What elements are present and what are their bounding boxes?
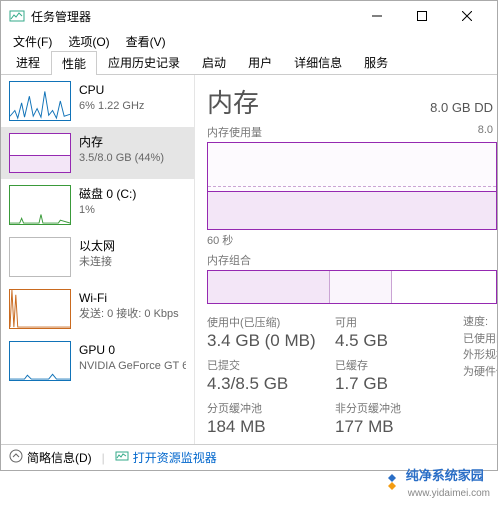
watermark-sub: www.yidaimei.com <box>408 488 490 499</box>
cpu-name: CPU <box>79 83 144 99</box>
tab-services[interactable]: 服务 <box>353 50 399 74</box>
nonpaged-header: 非分页缓冲池 <box>335 400 445 416</box>
main-area: CPU 6% 1.22 GHz 内存 3.5/8.0 GB (44%) 磁盘 0… <box>1 75 497 444</box>
cpu-sub: 6% 1.22 GHz <box>79 99 144 113</box>
chevron-up-icon <box>9 449 23 466</box>
detail-capacity: 8.0 GB DD <box>430 100 493 115</box>
sidebar-item-memory[interactable]: 内存 3.5/8.0 GB (44%) <box>1 127 194 179</box>
usage-max: 8.0 <box>478 124 493 140</box>
wifi-thumb <box>9 289 71 329</box>
avail-value: 4.5 GB <box>335 331 445 351</box>
task-manager-window: 任务管理器 文件(F) 选项(O) 查看(V) 进程 性能 应用历史记录 启动 … <box>0 0 498 471</box>
gpu-sub: NVIDIA GeForce GT 6 <box>79 359 186 373</box>
gpu-name: GPU 0 <box>79 343 186 359</box>
memory-sub: 3.5/8.0 GB (44%) <box>79 151 164 165</box>
nonpaged-value: 177 MB <box>335 417 445 437</box>
cached-header: 已缓存 <box>335 357 445 373</box>
in-use-value: 3.4 GB (0 MB) <box>207 331 317 351</box>
wifi-name: Wi-Fi <box>79 291 179 307</box>
sidebar-item-ethernet[interactable]: 以太网 未连接 <box>1 231 194 283</box>
sidebar-item-cpu[interactable]: CPU 6% 1.22 GHz <box>1 75 194 127</box>
watermark-main: 纯净系统家园 <box>406 468 484 483</box>
paged-value: 184 MB <box>207 417 317 437</box>
watermark-icon <box>382 472 402 492</box>
window-title: 任务管理器 <box>31 8 354 25</box>
graph-xaxis: 60 秒 <box>207 232 497 248</box>
open-monitor-label: 打开资源监视器 <box>133 449 217 466</box>
slots-key: 已使用的插槽: <box>463 331 497 348</box>
in-use-header: 使用中(已压缩) <box>207 314 317 330</box>
maximize-button[interactable] <box>399 1 444 31</box>
paged-header: 分页缓冲池 <box>207 400 317 416</box>
hardware-stats: 速度:16 已使用的插槽:2/2 外形规格:SO 为硬件保留的内存:49 <box>463 314 497 443</box>
menu-file[interactable]: 文件(F) <box>7 31 58 52</box>
committed-header: 已提交 <box>207 357 317 373</box>
tab-performance[interactable]: 性能 <box>51 51 97 75</box>
usage-label: 内存使用量 <box>207 124 262 140</box>
sidebar-item-gpu[interactable]: GPU 0 NVIDIA GeForce GT 6 <box>1 335 194 387</box>
sidebar-item-wifi[interactable]: Wi-Fi 发送: 0 接收: 0 Kbps <box>1 283 194 335</box>
avail-header: 可用 <box>335 314 445 330</box>
open-resource-monitor-link[interactable]: 打开资源监视器 <box>115 449 217 466</box>
memory-composition-graph <box>207 270 497 304</box>
tab-users[interactable]: 用户 <box>237 50 283 74</box>
disk-thumb <box>9 185 71 225</box>
detail-pane: 内存 8.0 GB DD 内存使用量 8.0 60 秒 内存组合 <box>195 75 497 444</box>
menu-view[interactable]: 查看(V) <box>120 31 172 52</box>
brief-label: 简略信息(D) <box>27 449 92 466</box>
menubar: 文件(F) 选项(O) 查看(V) <box>1 31 497 51</box>
titlebar: 任务管理器 <box>1 1 497 31</box>
watermark: 纯净系统家园 www.yidaimei.com <box>382 465 490 499</box>
ethernet-name: 以太网 <box>79 239 115 255</box>
ethernet-sub: 未连接 <box>79 255 115 269</box>
reserved-key: 为硬件保留的内存: <box>463 364 497 381</box>
gpu-thumb <box>9 341 71 381</box>
menu-options[interactable]: 选项(O) <box>62 31 115 52</box>
memory-thumb <box>9 133 71 173</box>
memory-name: 内存 <box>79 135 164 151</box>
disk-name: 磁盘 0 (C:) <box>79 187 136 203</box>
disk-sub: 1% <box>79 203 136 217</box>
sidebar: CPU 6% 1.22 GHz 内存 3.5/8.0 GB (44%) 磁盘 0… <box>1 75 195 444</box>
tab-details[interactable]: 详细信息 <box>283 50 353 74</box>
app-icon <box>9 8 25 24</box>
tab-startup[interactable]: 启动 <box>191 50 237 74</box>
speed-key: 速度: <box>463 314 497 331</box>
sidebar-item-disk[interactable]: 磁盘 0 (C:) 1% <box>1 179 194 231</box>
minimize-button[interactable] <box>354 1 399 31</box>
form-key: 外形规格: <box>463 347 497 364</box>
brief-info-toggle[interactable]: 简略信息(D) <box>9 449 92 466</box>
tab-app-history[interactable]: 应用历史记录 <box>97 50 191 74</box>
wifi-sub: 发送: 0 接收: 0 Kbps <box>79 307 179 321</box>
tab-processes[interactable]: 进程 <box>5 50 51 74</box>
close-button[interactable] <box>444 1 489 31</box>
cached-value: 1.7 GB <box>335 374 445 394</box>
memory-usage-graph <box>207 142 497 230</box>
footer-divider: | <box>102 451 105 465</box>
tabs: 进程 性能 应用历史记录 启动 用户 详细信息 服务 <box>1 51 497 75</box>
cpu-thumb <box>9 81 71 121</box>
composition-label: 内存组合 <box>207 252 251 268</box>
monitor-icon <box>115 449 129 466</box>
detail-heading: 内存 <box>207 83 259 120</box>
stats-block: 使用中(已压缩) 3.4 GB (0 MB) 可用 4.5 GB 已提交 4.3… <box>207 314 497 443</box>
committed-value: 4.3/8.5 GB <box>207 374 317 394</box>
ethernet-thumb <box>9 237 71 277</box>
